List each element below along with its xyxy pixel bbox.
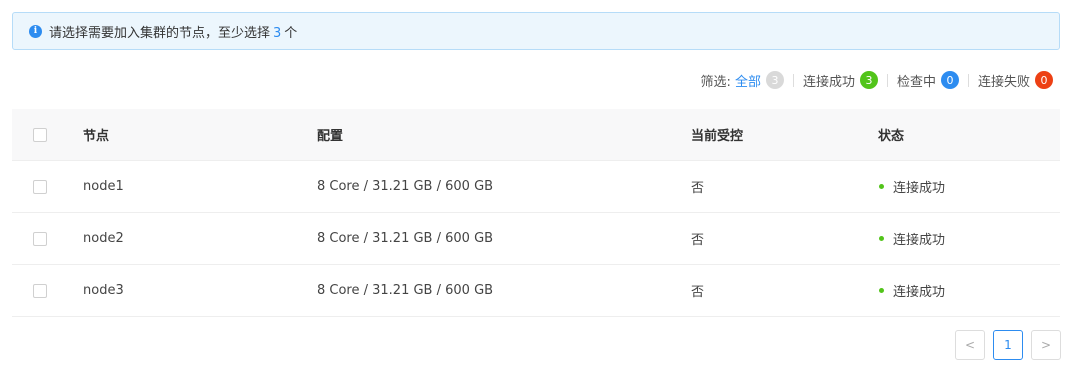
node-controlled: 否 [691,285,705,300]
node-name: node1 [83,179,124,194]
node-controlled: 否 [691,181,705,196]
status-dot-icon [879,288,884,293]
filter-checking-count-badge: 0 [940,71,959,89]
filter-connected[interactable]: 连接成功 3 [803,71,878,90]
alert-prefix: 请选择需要加入集群的节点，至少选择 [49,25,271,41]
node-status-text: 连接成功 [893,233,946,248]
header-checkbox-cell [12,127,83,142]
row-checkbox-cell [12,231,83,246]
node-config: 8 Core / 31.21 GB / 600 GB [317,179,494,194]
alert-message: 请选择需要加入集群的节点，至少选择 3 个 [49,22,297,41]
filter-checking-label: 检查中 [896,74,936,90]
node-status-text: 连接成功 [893,285,946,300]
node-config: 8 Core / 31.21 GB / 600 GB [317,283,494,298]
filter-all[interactable]: 全部 3 [735,71,784,90]
filter-divider [792,73,794,87]
page-1-button[interactable]: 1 [993,330,1023,360]
node-status: 连接成功 [878,177,1060,196]
node-table: 节点 配置 当前受控 状态 node1 8 Core / 31.21 GB / … [12,109,1060,317]
filter-connected-count-badge: 3 [859,71,878,89]
filter-all-label: 全部 [734,74,761,90]
node-controlled: 否 [691,233,705,248]
filter-divider [886,73,888,87]
filter-all-count-badge: 3 [765,71,784,89]
node-config: 8 Core / 31.21 GB / 600 GB [317,231,494,246]
table-row[interactable]: node1 8 Core / 31.21 GB / 600 GB 否 连接成功 [12,161,1060,213]
filter-failed[interactable]: 连接失败 0 [978,71,1053,90]
info-alert: i 请选择需要加入集群的节点，至少选择 3 个 [12,12,1060,50]
row-checkbox[interactable] [33,231,47,246]
filter-label: 筛选: [700,74,731,90]
node-name: node2 [83,231,124,246]
column-header-node: 节点 [83,129,110,144]
filter-failed-label: 连接失败 [977,74,1030,90]
column-header-controlled: 当前受控 [691,129,744,144]
status-dot-icon [879,236,884,241]
alert-count: 3 [273,25,282,41]
row-checkbox-cell [12,179,83,194]
node-status-text: 连接成功 [893,181,946,196]
status-dot-icon [879,184,884,189]
row-checkbox[interactable] [33,283,47,298]
next-page-button[interactable]: > [1031,330,1061,360]
pagination: < 1 > [955,330,1061,360]
filter-divider [967,73,969,87]
node-name: node3 [83,283,124,298]
select-all-checkbox[interactable] [33,127,47,142]
table-row[interactable]: node2 8 Core / 31.21 GB / 600 GB 否 连接成功 [12,213,1060,265]
prev-page-button[interactable]: < [955,330,985,360]
filter-connected-label: 连接成功 [802,74,855,90]
info-icon: i [29,24,42,38]
status-filter: 筛选: 全部 3 连接成功 3 检查中 0 连接失败 0 [701,69,1053,91]
node-status: 连接成功 [878,281,1060,300]
alert-suffix: 个 [284,25,298,41]
table-row[interactable]: node3 8 Core / 31.21 GB / 600 GB 否 连接成功 [12,265,1060,317]
node-status: 连接成功 [878,229,1060,248]
filter-checking[interactable]: 检查中 0 [897,71,959,90]
table-header: 节点 配置 当前受控 状态 [12,109,1060,161]
row-checkbox-cell [12,283,83,298]
filter-failed-count-badge: 0 [1035,71,1053,89]
row-checkbox[interactable] [33,179,47,194]
column-header-config: 配置 [317,129,344,144]
column-header-status: 状态 [878,129,905,144]
